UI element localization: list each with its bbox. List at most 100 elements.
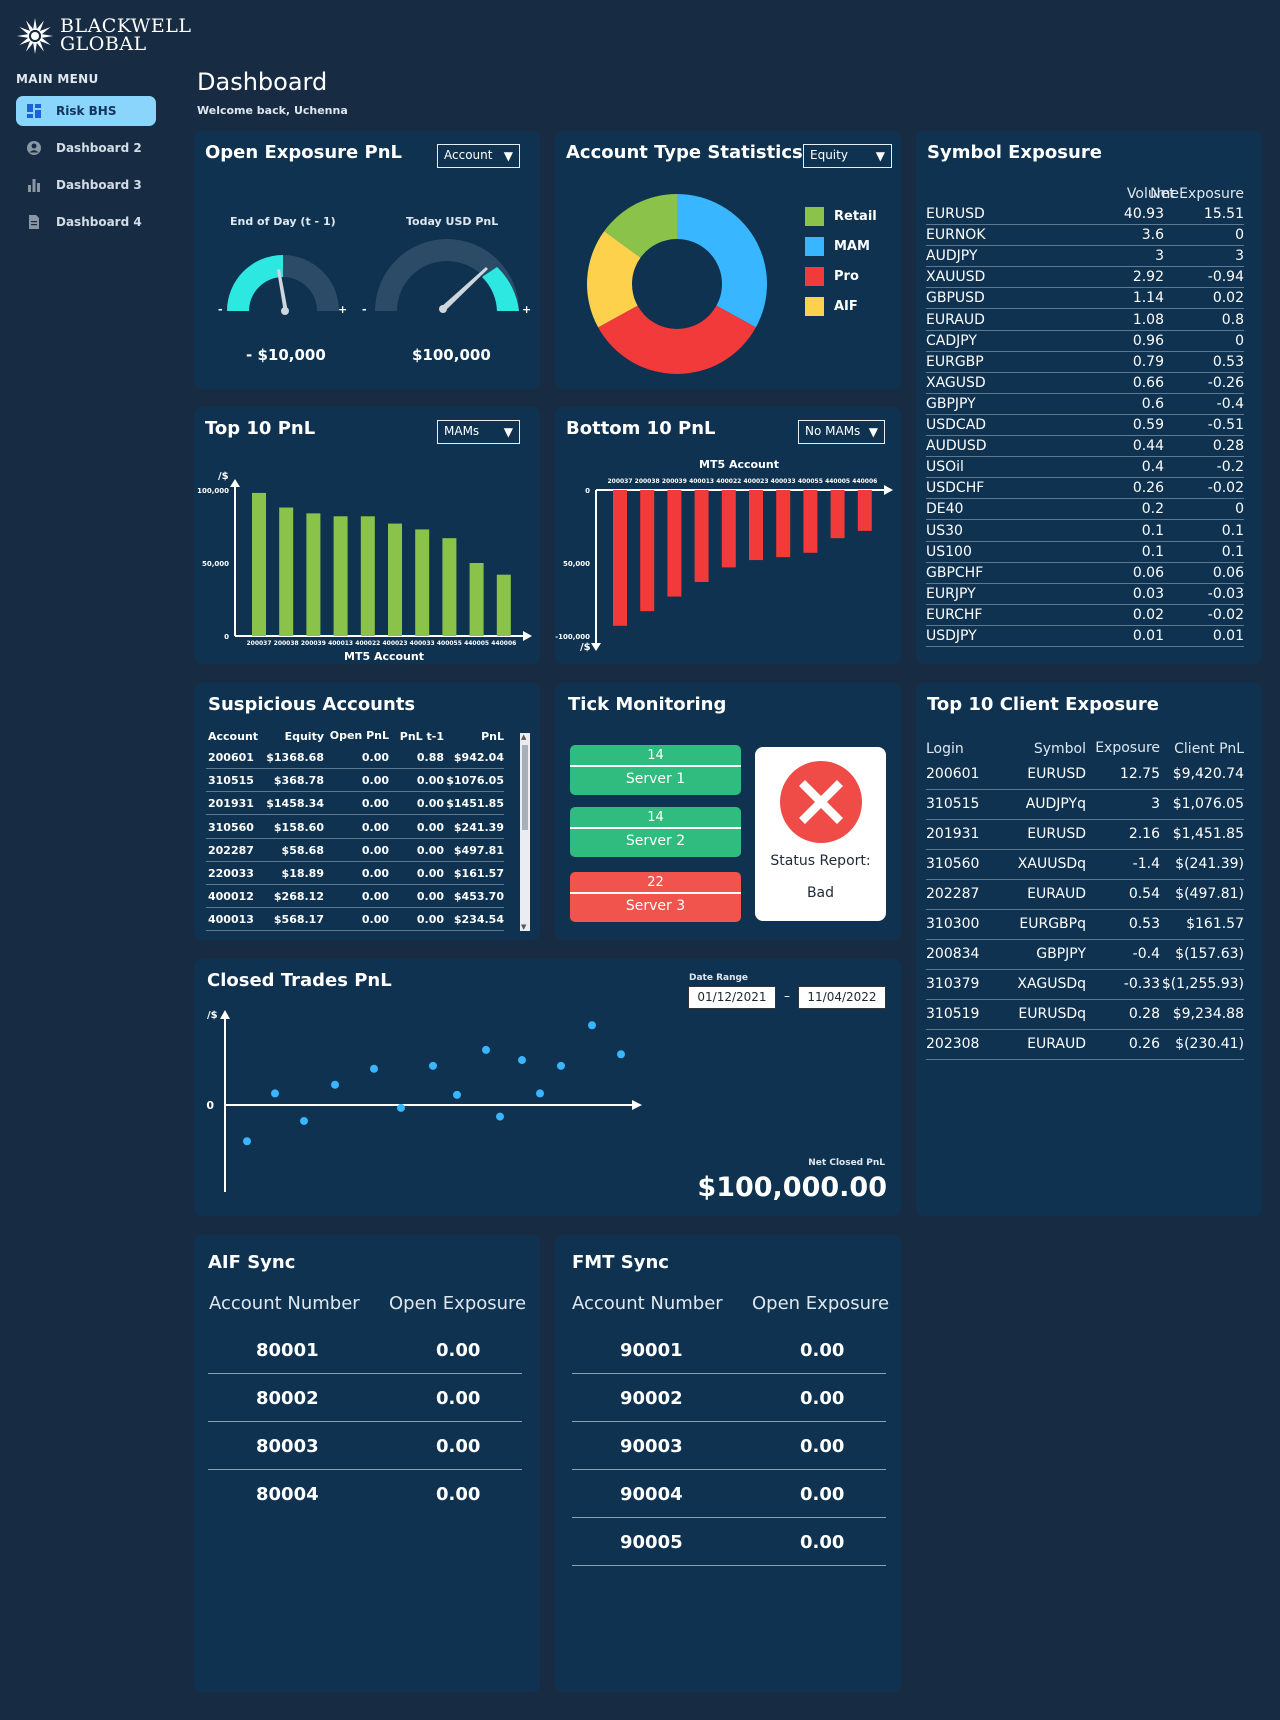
- brand-name-line2: GLOBAL: [60, 33, 147, 55]
- table-row: US30 0.1 0.1: [926, 521, 1244, 542]
- table-cell: $158.60: [273, 820, 324, 834]
- donut-slice-pro[interactable]: [598, 305, 756, 374]
- server-1-status[interactable]: 14 Server 1: [570, 745, 741, 795]
- table-row[interactable]: 310379 XAGUSDq -0.33 $(1,255.93): [926, 970, 1244, 1000]
- table-row[interactable]: 310515 AUDJPYq 3 $1,076.05: [926, 790, 1244, 820]
- table-row[interactable]: 400013 $568.17 0.00 0.00 $234.54: [206, 908, 504, 932]
- scrollbar[interactable]: ▲ ▼: [520, 733, 530, 931]
- bar-440006[interactable]: [857, 490, 872, 531]
- bar-400013[interactable]: [694, 490, 709, 582]
- bar-400033[interactable]: [776, 490, 791, 558]
- table-row: USOil 0.4 -0.2: [926, 457, 1244, 479]
- bar-400022[interactable]: [721, 490, 736, 568]
- bar-400055[interactable]: [442, 538, 457, 636]
- sidebar-item-dashboard-3[interactable]: Dashboard 3: [16, 170, 156, 200]
- table-row[interactable]: 200601 EURUSD 12.75 $9,420.74: [926, 760, 1244, 790]
- legend-swatch: [805, 206, 824, 226]
- y-axis-arrow-icon: [591, 643, 601, 651]
- table-row[interactable]: 310560 $158.60 0.00 0.00 $241.39: [206, 816, 504, 839]
- gauge-label: Today USD PnL: [406, 215, 499, 228]
- x-axis-label: MT5 Account: [699, 458, 779, 471]
- table-row[interactable]: 201931 EURUSD 2.16 $1,451.85: [926, 820, 1244, 850]
- bar-440005[interactable]: [830, 490, 845, 539]
- bar-400023[interactable]: [749, 490, 763, 561]
- table-row[interactable]: 200834 GBPJPY -0.4 $(157.63): [926, 940, 1244, 970]
- table-row[interactable]: 202287 $58.68 0.00 0.00 $497.81: [206, 839, 504, 862]
- table-row[interactable]: 310300 EURGBPq 0.53 $161.57: [926, 910, 1244, 940]
- bar-400023[interactable]: [388, 523, 402, 636]
- scatter-point[interactable]: [370, 1064, 378, 1073]
- x-axis-arrow-icon: [884, 485, 893, 495]
- scatter-point[interactable]: [331, 1080, 339, 1089]
- scrollbar-thumb[interactable]: [522, 745, 528, 830]
- bar-400033[interactable]: [415, 529, 430, 636]
- gauge-pivot: [281, 307, 289, 315]
- bar-200039[interactable]: [667, 490, 682, 597]
- scatter-point[interactable]: [496, 1112, 504, 1121]
- bar-400055[interactable]: [803, 490, 818, 553]
- no-mams-dropdown[interactable]: No MAMs ▼: [798, 420, 885, 444]
- bar-200039[interactable]: [306, 513, 321, 636]
- table-row[interactable]: 310560 XAUUSDq -1.4 $(241.39): [926, 850, 1244, 880]
- status-report-panel: Status Report: Bad: [755, 747, 886, 921]
- donut-slice-mam[interactable]: [677, 194, 767, 328]
- table-row[interactable]: 400012 $268.12 0.00 0.00 $453.70: [206, 885, 504, 909]
- open-exposure-cell: 0.00: [800, 1532, 845, 1553]
- sidebar-item-dashboard-2[interactable]: Dashboard 2: [16, 133, 156, 163]
- client-pnl-cell: $(230.41): [1175, 1036, 1244, 1052]
- table-row[interactable]: 202287 EURAUD 0.54 $(497.81): [926, 880, 1244, 910]
- scroll-down-icon[interactable]: ▼: [521, 923, 526, 931]
- scatter-point[interactable]: [482, 1045, 490, 1054]
- symbol-cell: AUDUSD: [926, 438, 987, 455]
- scatter-point[interactable]: [243, 1137, 251, 1146]
- bar-440006[interactable]: [496, 574, 511, 636]
- x-tick-label: 200038: [274, 640, 299, 647]
- open-exposure-cell: 0.00: [436, 1388, 481, 1409]
- table-row[interactable]: 202308 EURAUD 0.26 $(230.41): [926, 1030, 1244, 1060]
- table-cell: $453.70: [453, 890, 504, 904]
- table-row[interactable]: 310515 $368.78 0.00 0.00 $1076.05: [206, 769, 504, 793]
- date-from-input[interactable]: 01/12/2021: [688, 986, 776, 1009]
- server-3-status[interactable]: 22 Server 3: [570, 872, 741, 922]
- main-menu-title: MAIN MENU: [16, 72, 99, 86]
- scatter-point[interactable]: [536, 1089, 544, 1098]
- bar-200037[interactable]: [613, 490, 627, 626]
- scatter-point[interactable]: [300, 1116, 308, 1125]
- scatter-point[interactable]: [397, 1103, 405, 1112]
- table-row: GBPUSD 1.14 0.02: [926, 288, 1244, 310]
- scatter-point[interactable]: [429, 1061, 437, 1070]
- table-row: USDJPY 0.01 0.01: [926, 626, 1244, 647]
- y-tick-label: 100,000: [197, 487, 229, 495]
- symbol-cell: US100: [926, 543, 972, 560]
- symbol-cell: USDCHF: [926, 480, 985, 497]
- table-row[interactable]: 201931 $1458.34 0.00 0.00 $1451.85: [206, 792, 504, 816]
- bar-200037[interactable]: [252, 492, 266, 636]
- x-tick-label: 200039: [662, 478, 687, 485]
- gauge-fill: [227, 255, 283, 311]
- scatter-point[interactable]: [518, 1056, 526, 1065]
- date-to-input[interactable]: 11/04/2022: [798, 986, 886, 1009]
- table-cell: $1076.05: [446, 774, 504, 788]
- scatter-point[interactable]: [588, 1021, 596, 1030]
- table-row[interactable]: 220033 $18.89 0.00 0.00 $161.57: [206, 862, 504, 885]
- server-2-status[interactable]: 14 Server 2: [570, 807, 741, 857]
- scatter-point[interactable]: [453, 1090, 461, 1099]
- scatter-point[interactable]: [617, 1050, 625, 1059]
- scatter-point[interactable]: [557, 1061, 565, 1070]
- bar-400013[interactable]: [333, 516, 348, 636]
- sidebar-item-dashboard-4[interactable]: Dashboard 4: [16, 207, 156, 237]
- table-row[interactable]: 200601 $1368.68 0.00 0.88 $942.04: [206, 746, 504, 769]
- equity-dropdown[interactable]: Equity ▼: [803, 144, 892, 168]
- sidebar-item-risk-bhs[interactable]: Risk BHS: [16, 96, 156, 126]
- mams-dropdown[interactable]: MAMs ▼: [437, 420, 520, 444]
- table-row[interactable]: 310519 EURUSDq 0.28 $9,234.88: [926, 1000, 1244, 1030]
- x-tick-label: 200037: [607, 478, 632, 485]
- account-dropdown[interactable]: Account ▼: [437, 144, 520, 168]
- scroll-up-icon[interactable]: ▲: [521, 733, 526, 741]
- scatter-point[interactable]: [271, 1089, 279, 1098]
- bar-200038[interactable]: [640, 490, 655, 612]
- bar-200038[interactable]: [279, 507, 294, 636]
- bar-400022[interactable]: [360, 516, 375, 636]
- bar-440005[interactable]: [469, 563, 484, 636]
- symbol-cell: EURAUD: [1027, 1036, 1086, 1052]
